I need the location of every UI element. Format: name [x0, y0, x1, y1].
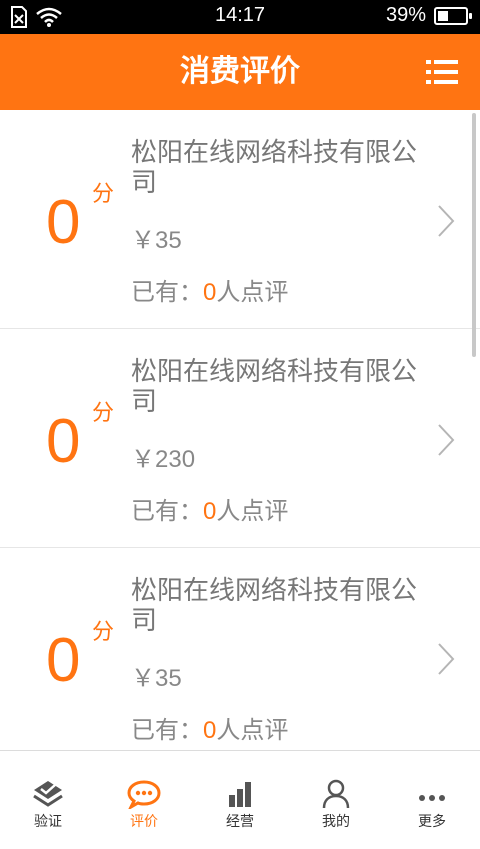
more-dots-icon [419, 795, 445, 801]
tab-label: 验证 [34, 814, 62, 830]
review-count-line: 已有：0人点评 [131, 491, 288, 526]
verify-icon [33, 781, 63, 807]
status-bar: 14:17 39% [0, 0, 480, 34]
battery-icon [434, 6, 472, 25]
list-menu-icon[interactable] [426, 58, 458, 86]
review-prefix: 已有： [131, 497, 203, 525]
chevron-right-icon [438, 205, 455, 237]
score-value: 0 [46, 407, 81, 476]
bar-chart-icon [229, 782, 251, 807]
bottom-tab-bar: 验证 评价 经营 我的 更多 [0, 750, 480, 849]
score-value: 0 [46, 626, 81, 695]
tab-label: 经营 [226, 814, 254, 830]
battery-percent: 39% [385, 4, 426, 26]
score-unit: 分 [92, 401, 115, 426]
app-header: 消费评价 [0, 34, 480, 110]
score-value: 0 [46, 188, 81, 257]
review-prefix: 已有： [131, 278, 203, 306]
tab-mine[interactable]: 我的 [288, 751, 384, 849]
score-unit: 分 [92, 182, 115, 207]
page-title: 消费评价 [180, 54, 300, 89]
company-name: 松阳在线网络科技有限公司 [131, 138, 418, 198]
price: ￥230 [131, 446, 196, 473]
review-count: 0 [203, 717, 217, 744]
list-item[interactable]: 0 分 松阳在线网络科技有限公司 ￥35 已有：0人点评 [0, 110, 480, 329]
review-count-line: 已有：0人点评 [131, 272, 288, 307]
review-count: 0 [203, 279, 217, 306]
status-right: 39% [385, 4, 472, 27]
tab-label: 评价 [130, 814, 158, 830]
company-name: 松阳在线网络科技有限公司 [131, 576, 418, 636]
list-item[interactable]: 0 分 松阳在线网络科技有限公司 ￥35 已有：0人点评 [0, 548, 480, 750]
score-unit: 分 [92, 620, 115, 645]
tab-review[interactable]: 评价 [96, 751, 192, 849]
review-suffix: 人点评 [216, 716, 289, 744]
list-item[interactable]: 0 分 松阳在线网络科技有限公司 ￥230 已有：0人点评 [0, 329, 480, 548]
tab-verify[interactable]: 验证 [0, 751, 96, 849]
review-count-line: 已有：0人点评 [131, 710, 288, 745]
chat-bubble-icon [127, 780, 161, 809]
chevron-right-icon [438, 643, 455, 675]
review-count: 0 [203, 498, 217, 525]
tab-more[interactable]: 更多 [384, 751, 480, 849]
scrollbar[interactable] [472, 113, 476, 357]
tab-business[interactable]: 经营 [192, 751, 288, 849]
review-suffix: 人点评 [216, 278, 289, 306]
company-name: 松阳在线网络科技有限公司 [131, 357, 418, 417]
tab-label: 我的 [322, 814, 350, 830]
review-suffix: 人点评 [216, 497, 289, 525]
tab-label: 更多 [418, 814, 446, 830]
review-prefix: 已有： [131, 716, 203, 744]
price: ￥35 [131, 665, 182, 692]
price: ￥35 [131, 227, 182, 254]
user-icon [322, 779, 350, 809]
chevron-right-icon [438, 424, 455, 456]
review-list[interactable]: 0 分 松阳在线网络科技有限公司 ￥35 已有：0人点评 0 分 松阳在线网络科… [0, 110, 480, 750]
